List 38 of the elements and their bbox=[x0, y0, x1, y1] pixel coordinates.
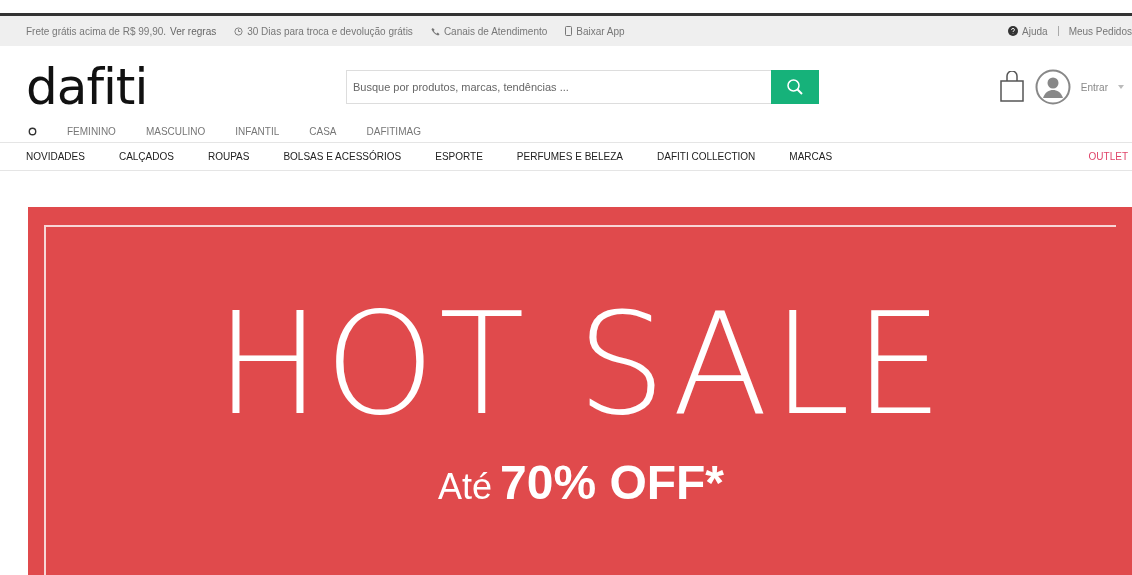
offer-prefix: Até bbox=[437, 466, 492, 508]
user-avatar-icon[interactable] bbox=[1034, 69, 1071, 105]
home-icon[interactable] bbox=[28, 126, 37, 136]
clock-link[interactable]: 30 Dias para troca e devolução grátis bbox=[247, 25, 413, 37]
banner-title: HOT SALE bbox=[215, 295, 947, 435]
nav-link[interactable]: PERFUMES E BELEZA bbox=[516, 151, 623, 162]
help-link[interactable]: Ajuda bbox=[1022, 25, 1048, 37]
nav-link[interactable]: ROUPAS bbox=[207, 151, 250, 162]
nav-link[interactable]: ESPORTE bbox=[435, 151, 483, 162]
category-tab[interactable]: MASCULINO bbox=[145, 125, 206, 137]
nav-link[interactable]: CALÇADOS bbox=[118, 151, 174, 162]
category-tab[interactable]: DAFITIMAG bbox=[366, 125, 421, 137]
shipping-text: Frete grátis acima de R$ 99,90. bbox=[26, 25, 167, 37]
logo[interactable]: dafiti bbox=[26, 62, 346, 112]
nav-link[interactable]: OUTLET bbox=[1088, 151, 1128, 162]
chevron-down-icon[interactable] bbox=[1118, 85, 1124, 89]
phone-icon bbox=[430, 26, 440, 36]
search-button[interactable] bbox=[771, 70, 819, 104]
promo-banner[interactable]: HOT SALE Até 70% OFF* bbox=[28, 207, 1132, 575]
help-icon bbox=[1008, 26, 1019, 36]
mobile-link[interactable]: Baixar App bbox=[576, 25, 625, 37]
rules-link[interactable]: Ver regras bbox=[170, 25, 217, 37]
clock-icon bbox=[234, 26, 244, 36]
category-tab[interactable]: CASA bbox=[309, 125, 337, 137]
nav-link[interactable]: DAFITI COLLECTION bbox=[657, 151, 756, 162]
nav-link[interactable]: MARCAS bbox=[789, 151, 833, 162]
phone-link[interactable]: Canais de Atendimento bbox=[443, 25, 548, 37]
nav-link[interactable]: BOLSAS E ACESSÓRIOS bbox=[283, 151, 402, 162]
category-tab[interactable]: INFANTIL bbox=[235, 125, 280, 137]
nav-link[interactable]: NOVIDADES bbox=[26, 151, 85, 162]
category-tab[interactable]: FEMININO bbox=[67, 125, 116, 137]
shopping-bag-icon[interactable] bbox=[998, 71, 1025, 103]
orders-link[interactable]: Meus Pedidos bbox=[1068, 25, 1132, 37]
login-link[interactable]: Entrar bbox=[1080, 81, 1108, 93]
search-icon bbox=[786, 78, 804, 96]
mobile-phone-icon bbox=[565, 26, 573, 36]
offer-text: 70% OFF* bbox=[500, 455, 725, 510]
search-field[interactable]: Busque por produtos, marcas, tendências ... bbox=[346, 70, 771, 104]
